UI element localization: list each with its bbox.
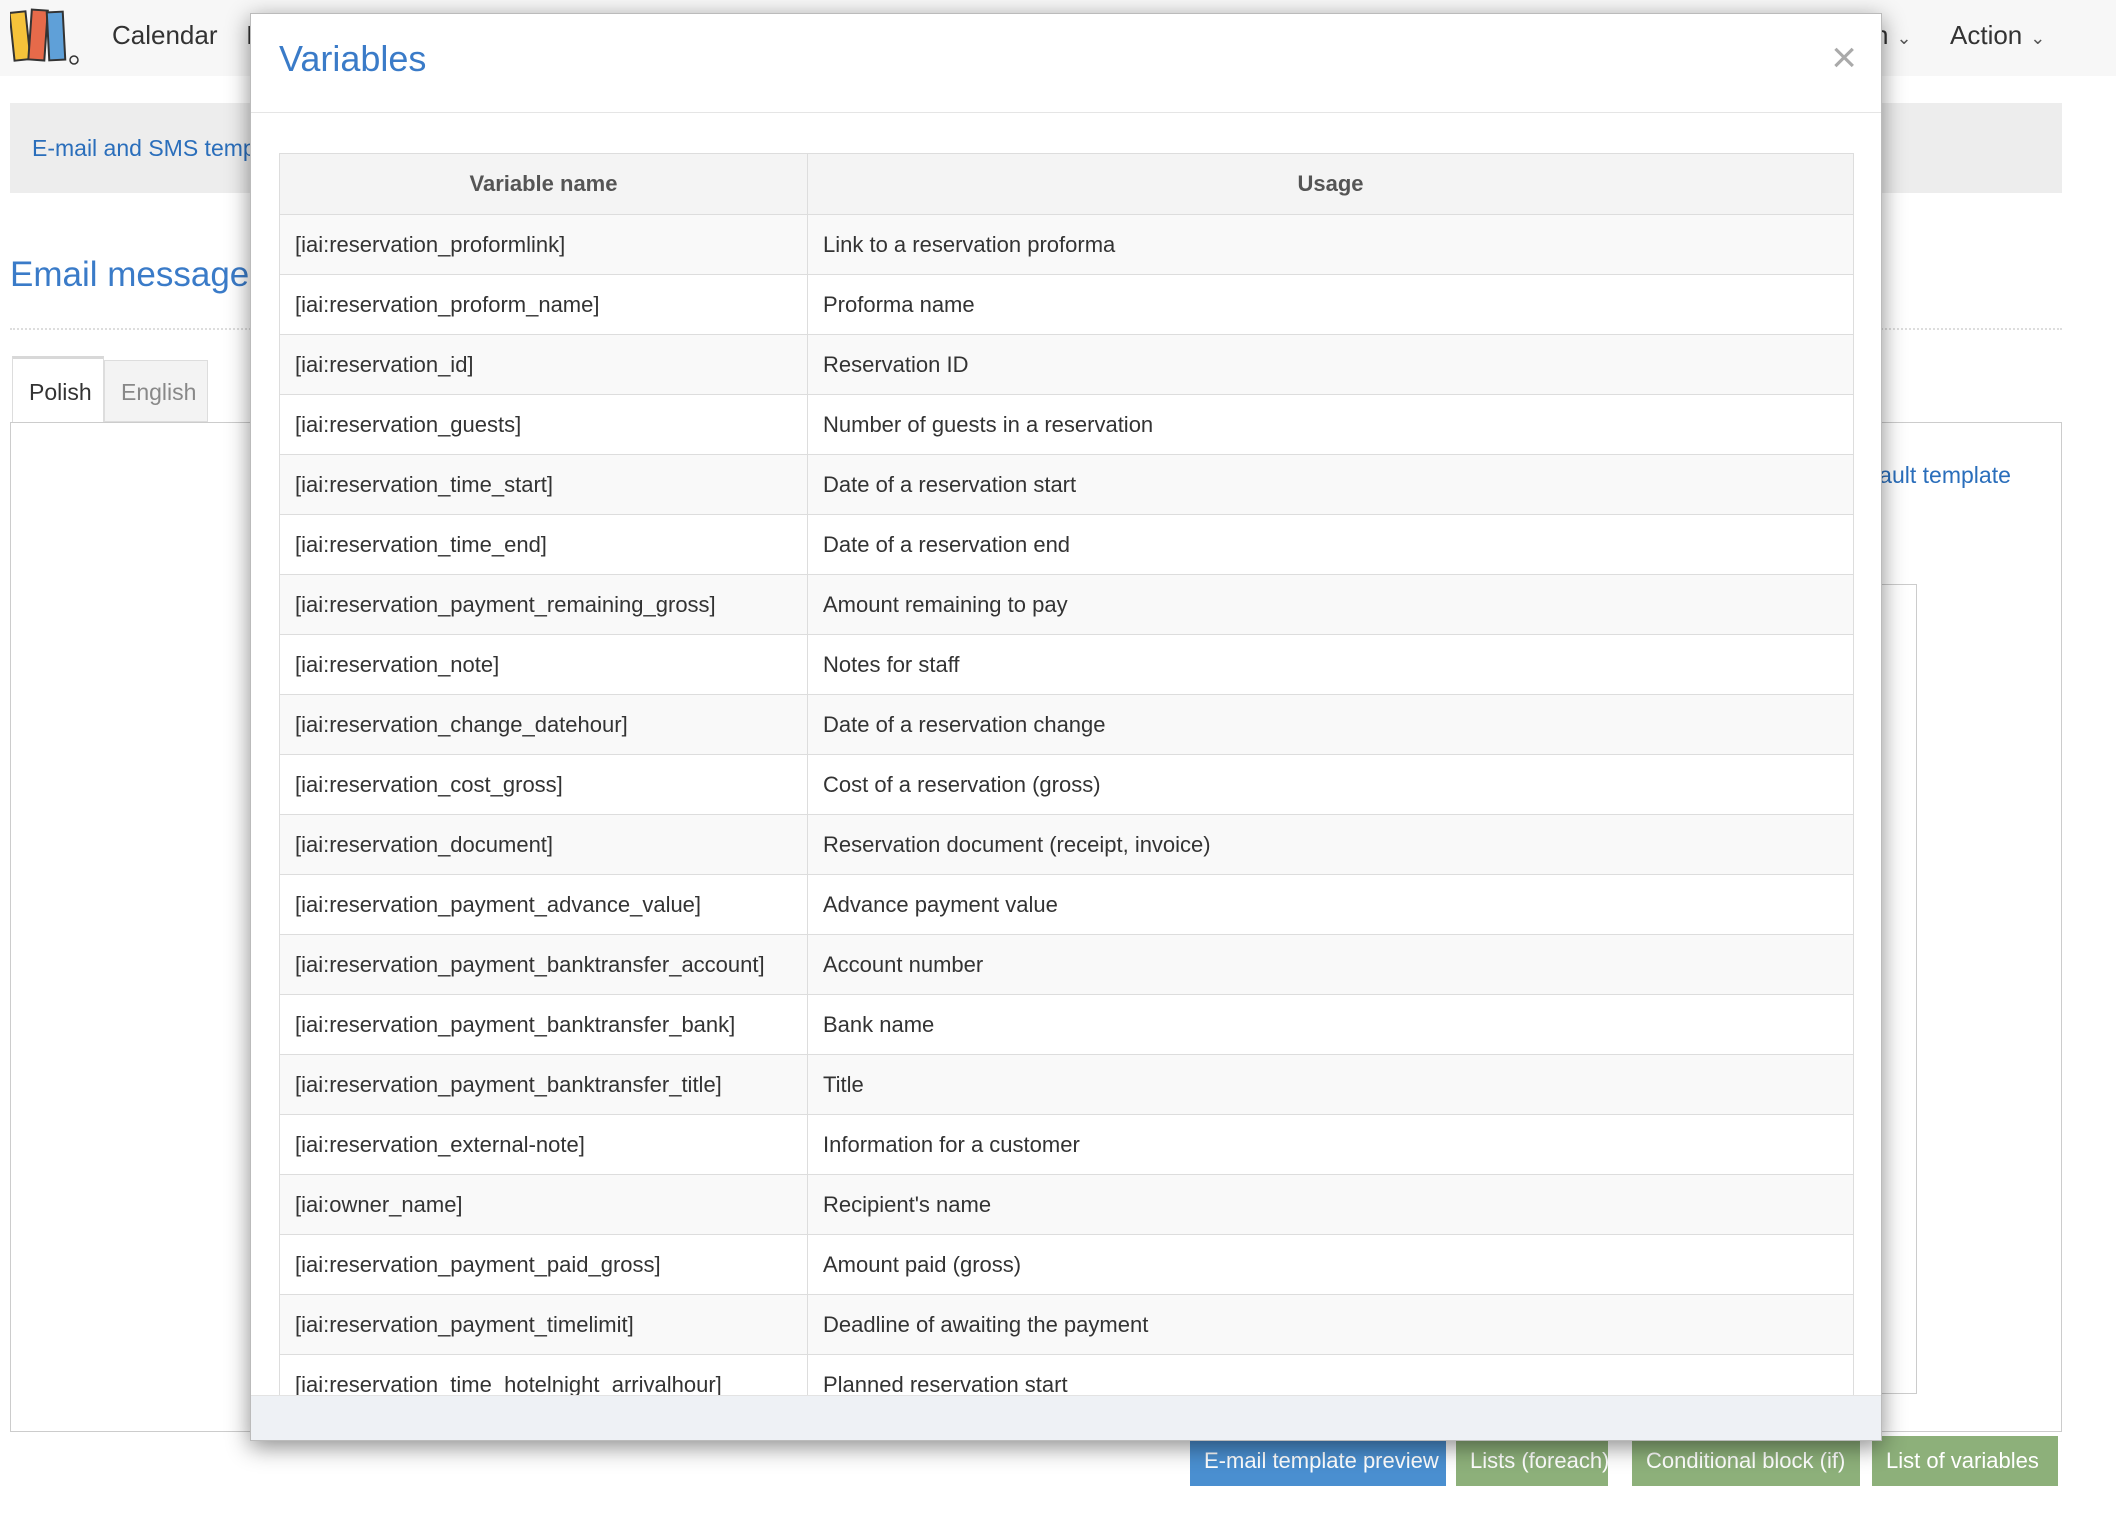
variable-name-cell: [iai:reservation_time_start] (279, 454, 808, 515)
variable-name-cell: [iai:reservation_proformlink] (279, 214, 808, 275)
table-row: [iai:owner_name] Recipient's name (279, 1174, 1854, 1235)
table-row: [iai:reservation_payment_banktransfer_ac… (279, 934, 1854, 995)
variable-usage-cell: Amount remaining to pay (807, 574, 1854, 635)
variable-usage-cell: Bank name (807, 994, 1854, 1055)
variable-usage-cell: Number of guests in a reservation (807, 394, 1854, 455)
variables-modal: Variables × Variable name Usage [iai:res… (250, 13, 1882, 1441)
variable-usage-cell: Date of a reservation start (807, 454, 1854, 515)
variable-name-cell: [iai:reservation_payment_banktransfer_ba… (279, 994, 808, 1055)
conditional-block-button[interactable]: Conditional block (if) (1632, 1436, 1860, 1486)
variable-name-cell: [iai:reservation_time_end] (279, 514, 808, 575)
variable-name-cell: [iai:reservation_guests] (279, 394, 808, 455)
variable-usage-cell: Proforma name (807, 274, 1854, 335)
table-row: [iai:reservation_payment_banktransfer_ti… (279, 1054, 1854, 1115)
variable-name-cell: [iai:reservation_note] (279, 634, 808, 695)
app-logo[interactable] (10, 6, 80, 66)
table-row: [iai:reservation_cost_gross] Cost of a re… (279, 754, 1854, 815)
nav-action-menu[interactable]: Action ⌄ (1950, 20, 2045, 51)
variable-usage-cell: Account number (807, 934, 1854, 995)
variable-usage-cell: Deadline of awaiting the payment (807, 1294, 1854, 1355)
variable-usage-cell: Date of a reservation end (807, 514, 1854, 575)
variable-usage-cell: Link to a reservation proforma (807, 214, 1854, 275)
breadcrumb-link[interactable]: E-mail and SMS templ (32, 135, 261, 162)
table-row: [iai:reservation_id] Reservation ID (279, 334, 1854, 395)
nav-action-label: Action (1950, 20, 2023, 50)
variable-usage-cell: Amount paid (gross) (807, 1234, 1854, 1295)
variable-name-cell: [iai:reservation_payment_remaining_gross… (279, 574, 808, 635)
variable-usage-cell: Information for a customer (807, 1114, 1854, 1175)
variable-name-cell: [iai:reservation_payment_banktransfer_ac… (279, 934, 808, 995)
variable-name-cell: [iai:reservation_payment_advance_value] (279, 874, 808, 935)
tab-polish[interactable]: Polish (12, 356, 104, 422)
table-row: [iai:reservation_time_end] Date of a rese… (279, 514, 1854, 575)
column-header-variable-name: Variable name (279, 153, 808, 215)
modal-header: Variables × (251, 14, 1881, 113)
tab-english[interactable]: English (104, 360, 208, 422)
table-row: [iai:reservation_payment_timelimit] Deadl… (279, 1294, 1854, 1355)
variable-name-cell: [iai:reservation_time_hotelnight_arrival… (279, 1354, 808, 1397)
lists-foreach-button[interactable]: Lists (foreach) (1456, 1436, 1609, 1486)
variable-usage-cell: Reservation document (receipt, invoice) (807, 814, 1854, 875)
table-row: [iai:reservation_payment_banktransfer_ba… (279, 994, 1854, 1055)
variable-usage-cell: Date of a reservation change (807, 694, 1854, 755)
variable-usage-cell: Reservation ID (807, 334, 1854, 395)
column-header-usage: Usage (807, 153, 1854, 215)
variable-name-cell: [iai:reservation_change_datehour] (279, 694, 808, 755)
table-row: [iai:reservation_document] Reservation do… (279, 814, 1854, 875)
table-row: [iai:reservation_payment_remaining_gross… (279, 574, 1854, 635)
table-row: [iai:reservation_change_datehour] Date of… (279, 694, 1854, 755)
list-of-variables-button[interactable]: List of variables (1872, 1436, 2058, 1486)
variable-name-cell: [iai:reservation_payment_paid_gross] (279, 1234, 808, 1295)
variable-usage-cell: Recipient's name (807, 1174, 1854, 1235)
table-row: [iai:reservation_proform_name] Proforma n… (279, 274, 1854, 335)
table-row: [iai:reservation_time_start] Date of a re… (279, 454, 1854, 515)
nav-calendar[interactable]: Calendar (112, 20, 218, 51)
variable-usage-cell: Advance payment value (807, 874, 1854, 935)
table-row: [iai:reservation_payment_advance_value] A… (279, 874, 1854, 935)
variable-name-cell: [iai:reservation_id] (279, 334, 808, 395)
modal-body[interactable]: Variable name Usage [iai:reservation_pro… (251, 113, 1881, 1397)
table-row: [iai:reservation_note] Notes for staff (279, 634, 1854, 695)
default-template-link[interactable]: efault template (1860, 462, 2011, 489)
variable-name-cell: [iai:reservation_proform_name] (279, 274, 808, 335)
variable-name-cell: [iai:reservation_document] (279, 814, 808, 875)
page-title: Email message s (10, 255, 277, 294)
variable-name-cell: [iai:reservation_payment_timelimit] (279, 1294, 808, 1355)
variable-usage-cell: Planned reservation start (807, 1354, 1854, 1397)
variables-table: Variable name Usage [iai:reservation_pro… (279, 153, 1854, 1397)
chevron-down-icon: ⌄ (2030, 28, 2046, 48)
modal-title: Variables (279, 38, 427, 79)
table-row: [iai:reservation_time_hotelnight_arrival… (279, 1354, 1854, 1397)
table-body: [iai:reservation_proformlink] Link to a r… (279, 214, 1854, 1397)
variable-usage-cell: Title (807, 1054, 1854, 1115)
table-header-row: Variable name Usage (279, 153, 1854, 215)
close-icon[interactable]: × (1831, 36, 1857, 80)
email-template-preview-button[interactable]: E-mail template preview (1190, 1436, 1446, 1486)
variable-name-cell: [iai:reservation_cost_gross] (279, 754, 808, 815)
table-row: [iai:reservation_proformlink] Link to a r… (279, 214, 1854, 275)
variable-name-cell: [iai:reservation_external-note] (279, 1114, 808, 1175)
table-row: [iai:reservation_guests] Number of guests… (279, 394, 1854, 455)
table-row: [iai:reservation_external-note] Informati… (279, 1114, 1854, 1175)
modal-footer (251, 1395, 1881, 1440)
table-row: [iai:reservation_payment_paid_gross] Amou… (279, 1234, 1854, 1295)
chevron-down-icon: ⌄ (1896, 28, 1912, 48)
variable-name-cell: [iai:owner_name] (279, 1174, 808, 1235)
variable-usage-cell: Cost of a reservation (gross) (807, 754, 1854, 815)
variable-usage-cell: Notes for staff (807, 634, 1854, 695)
variable-name-cell: [iai:reservation_payment_banktransfer_ti… (279, 1054, 808, 1115)
